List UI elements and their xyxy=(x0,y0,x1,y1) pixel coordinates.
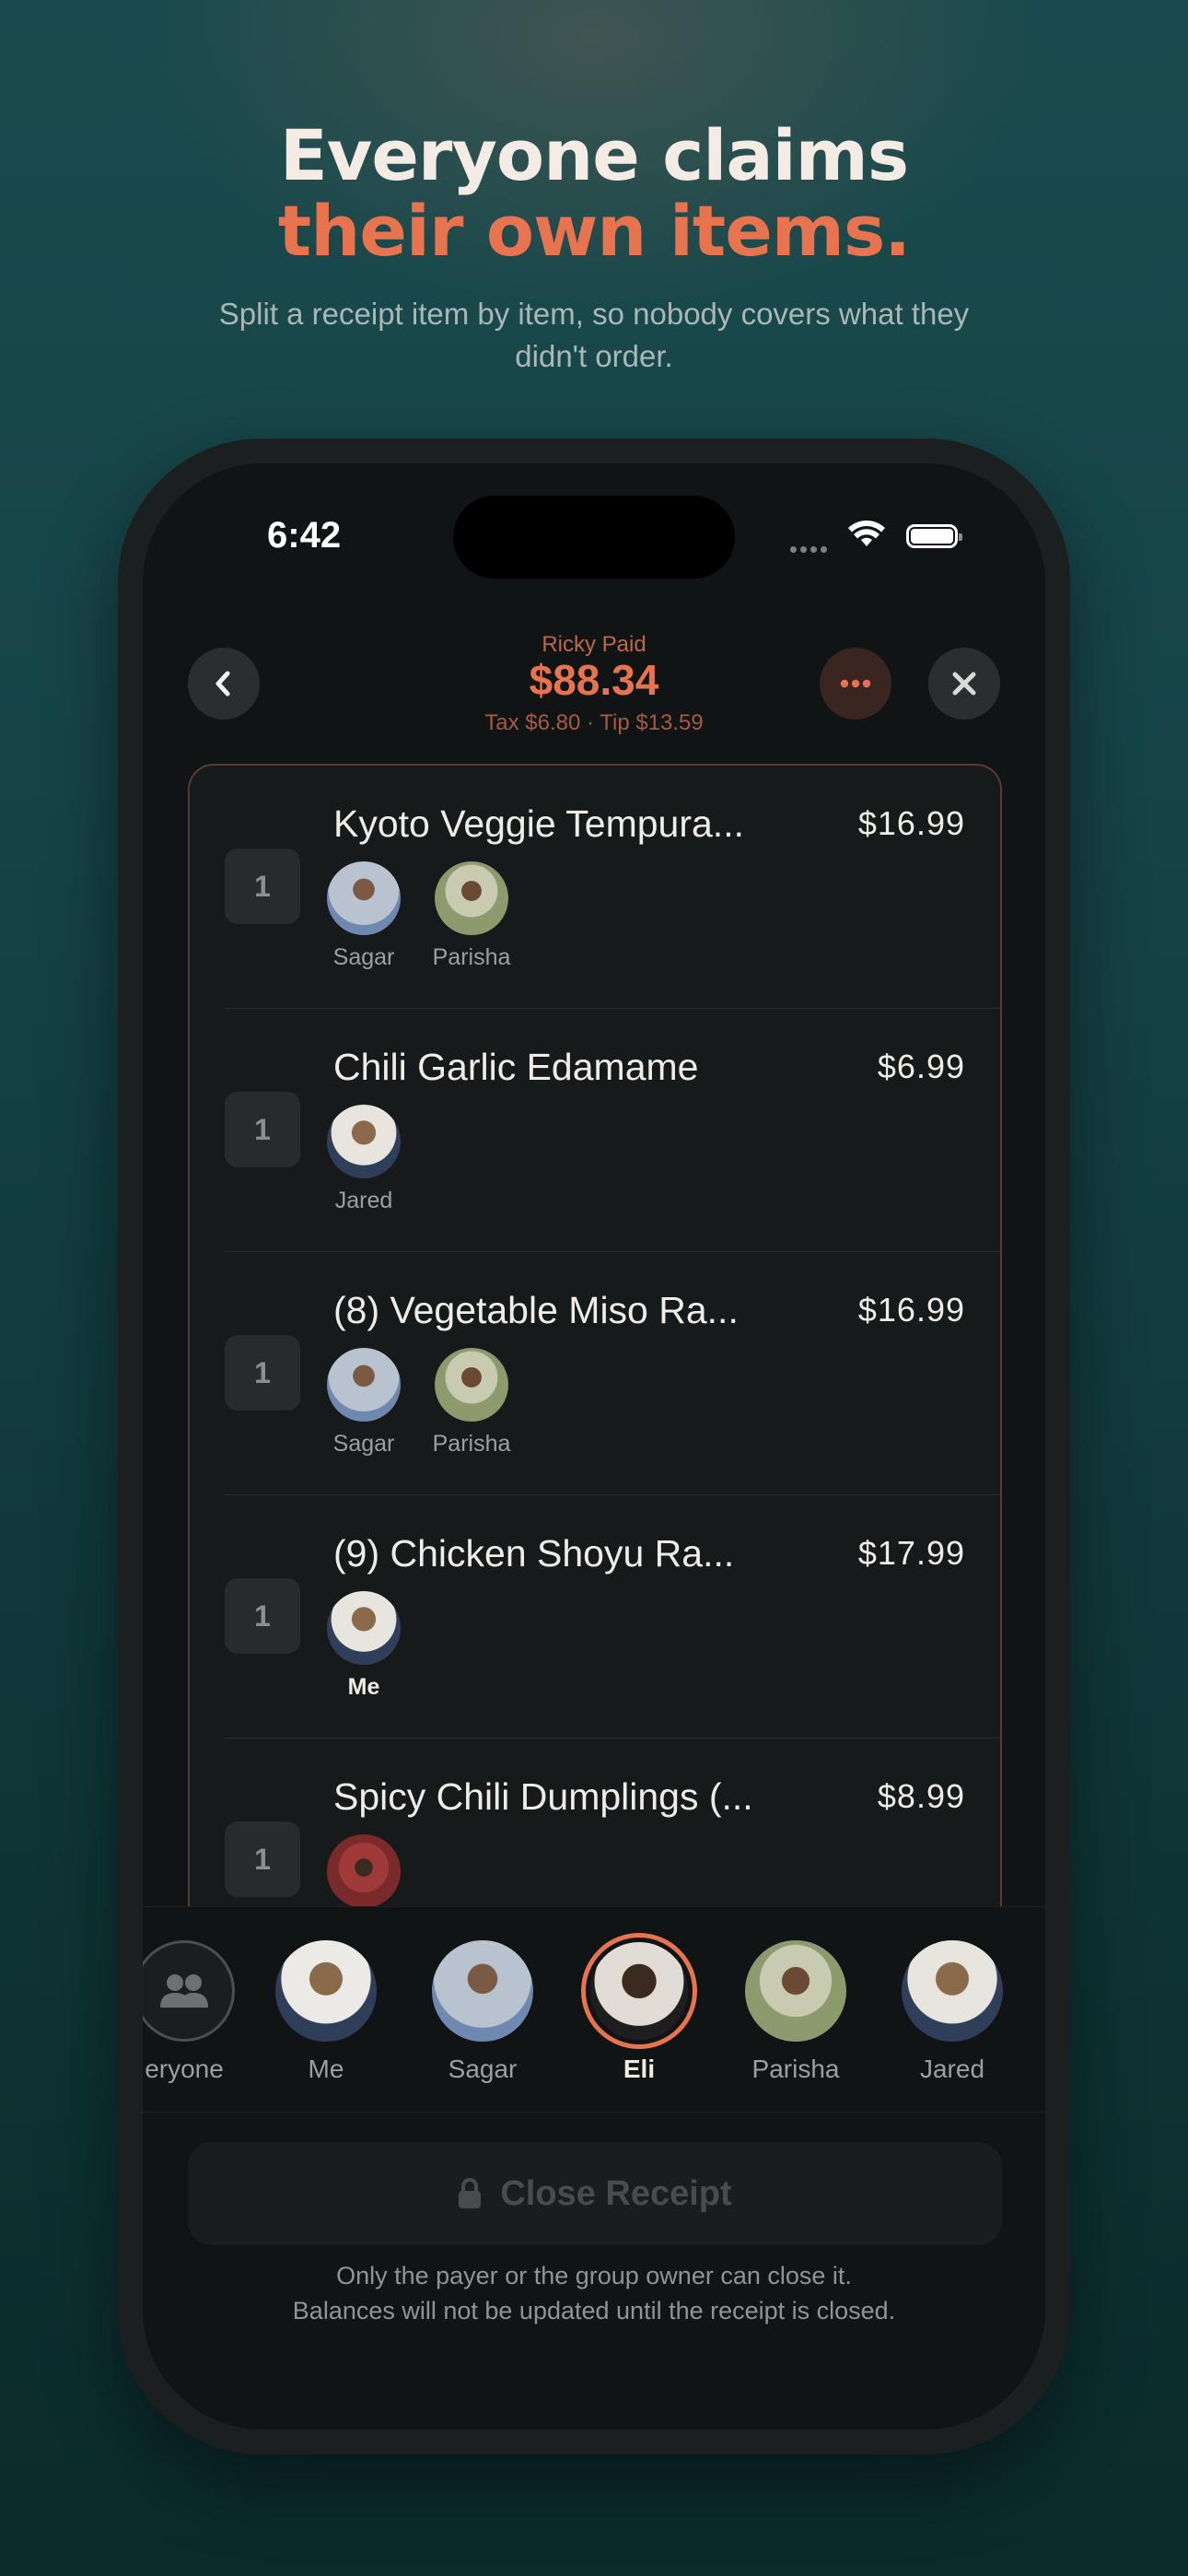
receipt-item-row[interactable]: 1 Kyoto Veggie Tempura... $16.99 Sagar P… xyxy=(190,766,1000,1009)
item-price: $8.99 xyxy=(877,1777,965,1815)
item-price: $16.99 xyxy=(857,804,965,842)
receipt-item-row[interactable]: 1 Chili Garlic Edamame $6.99 Jared xyxy=(190,1009,1000,1252)
item-quantity[interactable]: 1 xyxy=(225,1092,300,1167)
claimer-sagar[interactable]: Sagar xyxy=(318,861,410,971)
avatar xyxy=(143,1940,235,2042)
avatar xyxy=(327,1834,401,1908)
claimer-name: Parisha xyxy=(432,1431,511,1457)
hero-title-line-2: their own items. xyxy=(277,190,911,272)
person-jared[interactable]: Jared xyxy=(883,1940,1021,2084)
item-quantity[interactable]: 1 xyxy=(225,1335,300,1411)
note-line-1: Only the payer or the group owner can cl… xyxy=(336,2262,852,2289)
item-price: $6.99 xyxy=(877,1048,965,1085)
wifi-icon xyxy=(848,521,885,546)
ellipsis-icon xyxy=(840,679,871,688)
more-options-button[interactable] xyxy=(820,648,891,720)
person-sagar[interactable]: Sagar xyxy=(413,1940,552,2084)
item-quantity[interactable]: 1 xyxy=(225,1821,300,1897)
person-name: Parisha xyxy=(751,2055,840,2083)
item-quantity[interactable]: 1 xyxy=(225,1578,300,1654)
avatar xyxy=(581,1933,697,2049)
person-me[interactable]: Me xyxy=(257,1940,395,2084)
claimer-name: Me xyxy=(347,1674,380,1700)
claimer-me[interactable]: Me xyxy=(318,1591,410,1701)
tax-tip-summary: Tax $6.80 · Tip $13.59 xyxy=(484,710,704,735)
claimer-parisha[interactable]: Parisha xyxy=(425,1348,518,1458)
claimer-parisha[interactable]: Parisha xyxy=(425,861,518,971)
battery-icon xyxy=(906,524,962,548)
avatar xyxy=(745,1940,846,2042)
close-receipt-button[interactable]: Close Receipt xyxy=(188,2142,1002,2245)
lock-icon xyxy=(459,2178,482,2208)
claimer-sagar[interactable]: Sagar xyxy=(318,1348,410,1458)
person-name: Eli xyxy=(623,2055,656,2083)
people-selector[interactable]: eryone Me Sagar Eli Parisha Jared xyxy=(143,1906,1045,2113)
avatar xyxy=(327,1105,401,1178)
avatar xyxy=(327,861,401,935)
person-name: Jared xyxy=(919,2055,985,2083)
item-price: $16.99 xyxy=(857,1291,965,1329)
claimer-avatar[interactable] xyxy=(318,1834,410,1908)
item-name: Kyoto Veggie Tempura... xyxy=(333,802,744,845)
person-name: Sagar xyxy=(448,2055,518,2083)
receipt-items-list[interactable]: 1 Kyoto Veggie Tempura... $16.99 Sagar P… xyxy=(188,764,1002,1961)
status-time: 6:42 xyxy=(267,515,342,556)
avatar xyxy=(275,1940,377,2042)
note-line-2: Balances will not be updated until the r… xyxy=(292,2297,896,2324)
cellular-signal-icon xyxy=(790,541,831,557)
item-name: (8) Vegetable Miso Ra... xyxy=(333,1289,739,1331)
claimer-name: Sagar xyxy=(332,944,395,970)
avatar xyxy=(432,1940,533,2042)
item-name: Chili Garlic Edamame xyxy=(333,1046,699,1088)
hero-title-line-1: Everyone claims xyxy=(279,114,909,196)
avatar xyxy=(435,1348,508,1422)
person-name: Me xyxy=(308,2055,344,2083)
close-icon xyxy=(952,672,976,696)
payer-label: Ricky Paid xyxy=(542,632,646,657)
close-receipt-label: Close Receipt xyxy=(500,2173,732,2213)
person-parisha[interactable]: Parisha xyxy=(727,1940,865,2084)
dynamic-island xyxy=(453,496,735,579)
phone-screen: 6:42 Ricky Paid $88.34 Tax $6.80 · Tip $… xyxy=(143,463,1045,2430)
receipt-total: $88.34 xyxy=(529,656,659,704)
close-button[interactable] xyxy=(928,648,1000,720)
hero-title: Everyone claims their own items. xyxy=(0,118,1188,269)
item-name: Spicy Chili Dumplings (... xyxy=(333,1775,753,1818)
person-eli-selected[interactable]: Eli xyxy=(570,1933,708,2084)
people-icon xyxy=(160,1974,208,2008)
person-everyone[interactable]: eryone xyxy=(143,1940,253,2084)
item-price: $17.99 xyxy=(857,1534,965,1572)
avatar xyxy=(327,1591,401,1665)
avatar xyxy=(902,1940,1003,2042)
close-receipt-note: Only the payer or the group owner can cl… xyxy=(143,2258,1045,2328)
item-quantity[interactable]: 1 xyxy=(225,849,300,924)
avatar xyxy=(327,1348,401,1422)
avatar xyxy=(435,861,508,935)
claimer-name: Jared xyxy=(334,1188,393,1213)
claimer-name: Parisha xyxy=(432,944,511,970)
receipt-item-row[interactable]: 1 (8) Vegetable Miso Ra... $16.99 Sagar … xyxy=(190,1252,1000,1495)
claimer-jared[interactable]: Jared xyxy=(318,1105,410,1214)
receipt-item-row[interactable]: 1 (9) Chicken Shoyu Ra... $17.99 Me xyxy=(190,1495,1000,1739)
item-name: (9) Chicken Shoyu Ra... xyxy=(333,1532,735,1575)
claimer-name: Sagar xyxy=(332,1431,395,1457)
hero-subtitle: Split a receipt item by item, so nobody … xyxy=(218,297,970,373)
person-name: eryone xyxy=(145,2055,224,2083)
